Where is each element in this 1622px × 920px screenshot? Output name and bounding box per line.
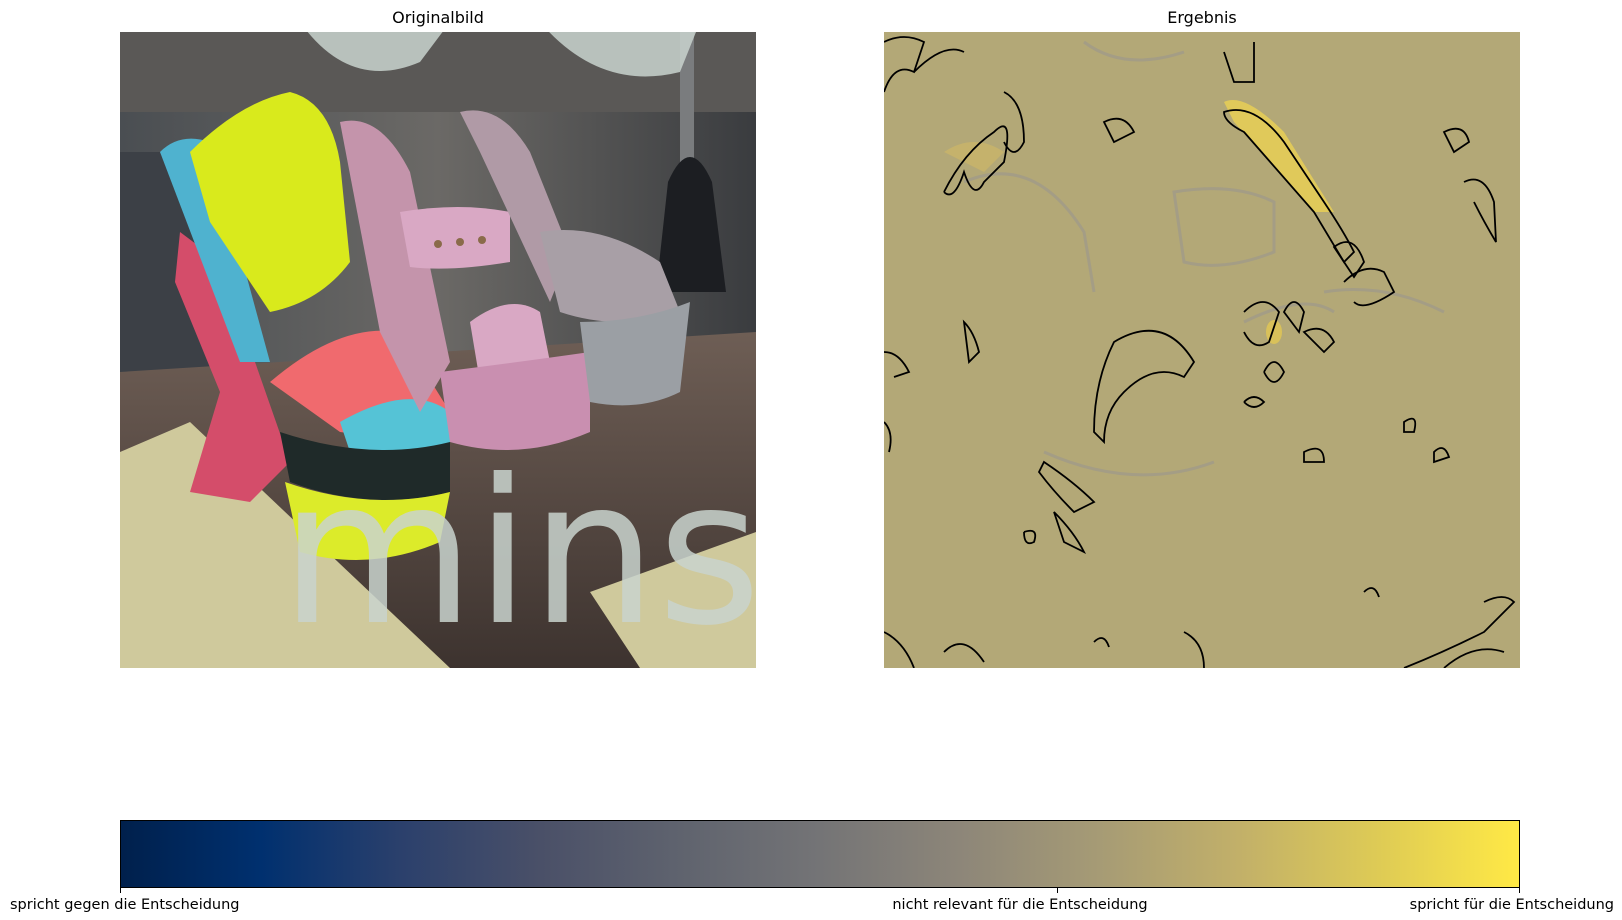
original-image-title: Originalbild (392, 8, 484, 27)
original-image: minsi (120, 32, 756, 668)
colorbar-label-neutral: nicht relevant für die Entscheidung (892, 897, 1148, 913)
result-heatmap (884, 32, 1520, 668)
window-lettering: minsi (280, 437, 756, 668)
colorbar-tick-mid (1057, 888, 1058, 893)
colorbar-tick-right (1519, 888, 1520, 893)
colorbar-label-against: spricht gegen die Entscheidung (10, 897, 240, 913)
colorbar-label-for: spricht für die Entscheidung (1409, 897, 1614, 913)
colorbar-tick-left (120, 888, 121, 893)
result-image-title: Ergebnis (1167, 8, 1237, 27)
colorbar (120, 820, 1520, 888)
